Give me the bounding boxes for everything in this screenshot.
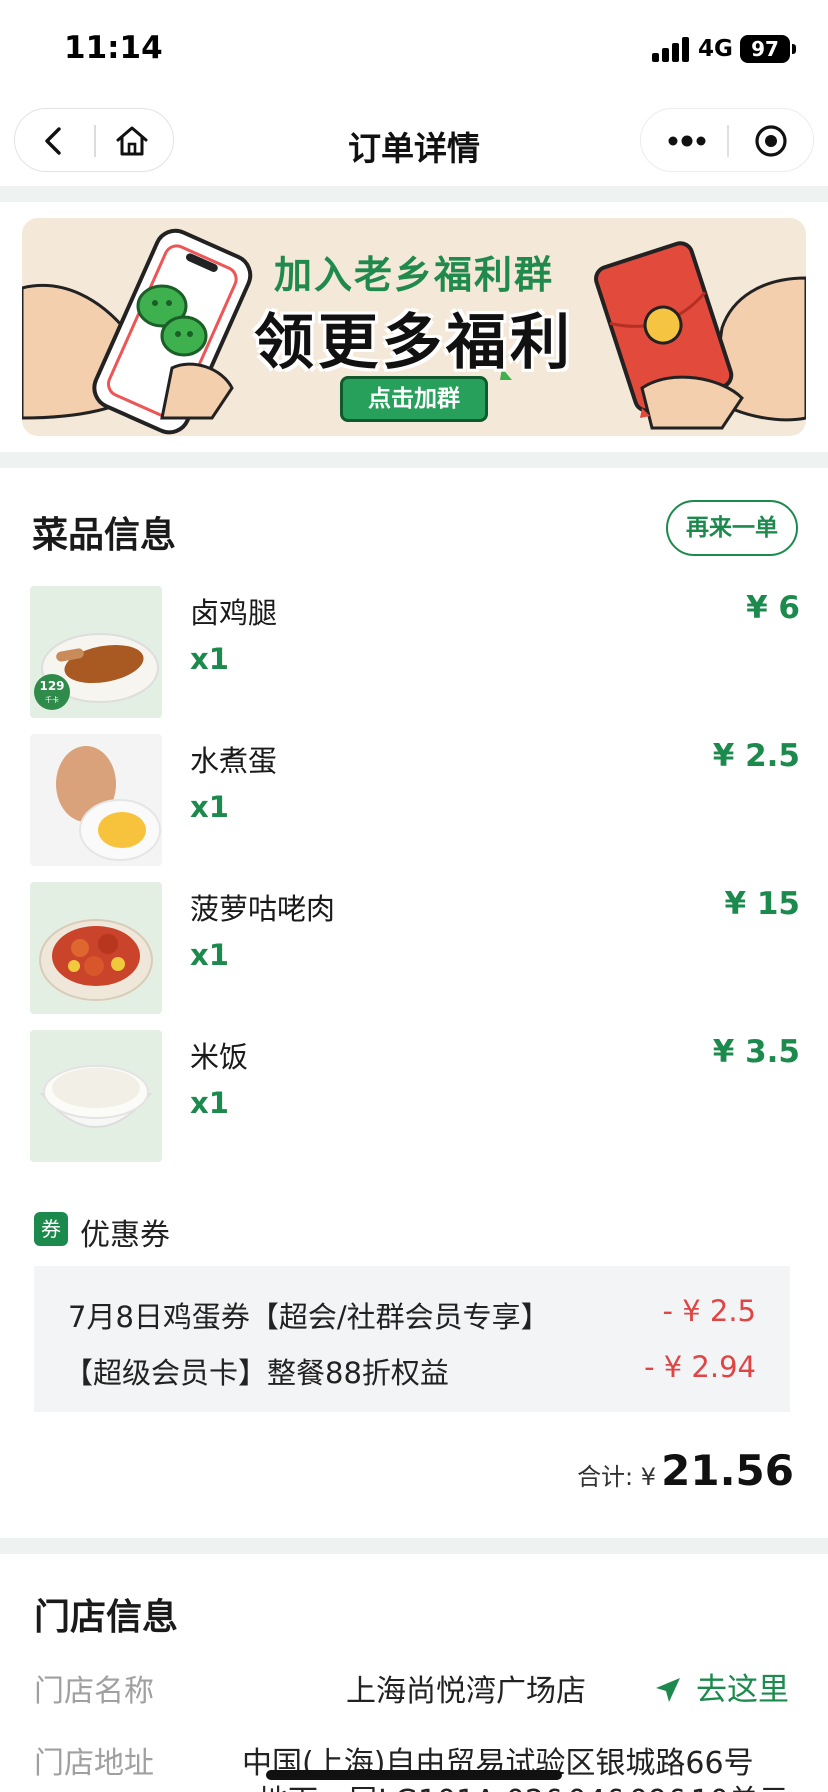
store-name-label: 门店名称 bbox=[34, 1674, 154, 1709]
dish-name: 米饭 bbox=[190, 1040, 249, 1074]
coupon-row: 7月8日鸡蛋券【超会/社群会员专享】 - ¥ 2.5 bbox=[34, 1294, 790, 1338]
battery-icon: 97 bbox=[740, 35, 790, 63]
section-separator bbox=[0, 1538, 828, 1554]
dish-price: ¥ 6 bbox=[746, 590, 800, 626]
promo-banner[interactable]: 加入老乡福利群 领更多福利 点击加群 bbox=[22, 218, 806, 436]
calorie-badge: 129 bbox=[39, 679, 64, 693]
section-separator bbox=[0, 186, 828, 202]
navigate-label: 去这里 bbox=[696, 1672, 789, 1708]
dish-price: ¥ 3.5 bbox=[712, 1034, 800, 1070]
dish-item: 129 千卡 卤鸡腿 x1 ¥ 6 bbox=[30, 586, 800, 718]
dishes-section-title: 菜品信息 bbox=[32, 515, 177, 556]
navigate-button[interactable]: 去这里 bbox=[654, 1664, 789, 1709]
dish-price: ¥ 2.5 bbox=[712, 738, 800, 774]
dish-item: 米饭 x1 ¥ 3.5 bbox=[30, 1030, 800, 1162]
close-target-icon[interactable] bbox=[753, 123, 789, 159]
coupon-title: 优惠券 bbox=[80, 1218, 170, 1253]
store-address-label: 门店地址 bbox=[34, 1746, 154, 1781]
dish-name: 水煮蛋 bbox=[190, 744, 278, 778]
coupon-amount: - ¥ 2.5 bbox=[662, 1294, 756, 1328]
status-time: 11:14 bbox=[64, 30, 163, 66]
section-separator bbox=[0, 452, 828, 468]
network-type: 4G bbox=[698, 36, 733, 62]
order-total: 合计: ¥ 21.56 bbox=[577, 1446, 794, 1495]
dish-name: 卤鸡腿 bbox=[190, 596, 278, 630]
store-section-title: 门店信息 bbox=[34, 1597, 179, 1638]
coupon-amount: - ¥ 2.94 bbox=[644, 1350, 756, 1384]
calorie-unit: 千卡 bbox=[45, 695, 59, 704]
reorder-button[interactable]: 再来一单 bbox=[666, 500, 798, 556]
nav-bar: 订单详情 bbox=[0, 100, 828, 186]
coupon-name: 【超级会员卡】整餐88折权益 bbox=[64, 1356, 449, 1390]
signal-icon bbox=[652, 36, 690, 62]
dish-image: 129 千卡 bbox=[30, 586, 162, 718]
coupon-icon: 券 bbox=[34, 1212, 68, 1246]
banner-headline: 加入老乡福利群 bbox=[273, 253, 554, 297]
dish-item: 水煮蛋 x1 ¥ 2.5 bbox=[30, 734, 800, 866]
total-label: 合计: ¥ bbox=[577, 1463, 657, 1491]
dish-quantity: x1 bbox=[190, 790, 229, 824]
mini-program-capsule bbox=[640, 108, 814, 172]
banner-subheadline: 领更多福利 bbox=[254, 308, 574, 378]
capsule-divider bbox=[727, 125, 729, 157]
more-icon[interactable] bbox=[665, 123, 709, 159]
total-value: 21.56 bbox=[661, 1446, 794, 1495]
dish-item: 菠萝咕咾肉 x1 ¥ 15 bbox=[30, 882, 800, 1014]
coupon-list: 7月8日鸡蛋券【超会/社群会员专享】 - ¥ 2.5 【超级会员卡】整餐88折权… bbox=[34, 1266, 790, 1412]
coupon-row: 【超级会员卡】整餐88折权益 - ¥ 2.94 bbox=[34, 1350, 790, 1394]
dish-image bbox=[30, 882, 162, 1014]
dish-quantity: x1 bbox=[190, 938, 229, 972]
dish-image bbox=[30, 734, 162, 866]
dish-name: 菠萝咕咾肉 bbox=[190, 892, 336, 926]
battery-tip bbox=[792, 44, 796, 54]
store-name: 上海尚悦湾广场店 bbox=[346, 1674, 586, 1709]
coupon-name: 7月8日鸡蛋券【超会/社群会员专享】 bbox=[68, 1300, 550, 1334]
dish-image bbox=[30, 1030, 162, 1162]
dish-price: ¥ 15 bbox=[724, 886, 800, 922]
dish-quantity: x1 bbox=[190, 1086, 229, 1120]
navigation-arrow-icon bbox=[656, 1678, 680, 1702]
dish-quantity: x1 bbox=[190, 642, 229, 676]
home-indicator[interactable] bbox=[266, 1770, 562, 1780]
status-bar: 11:14 4G 97 bbox=[0, 0, 828, 100]
join-group-button[interactable]: 点击加群 bbox=[340, 376, 488, 422]
